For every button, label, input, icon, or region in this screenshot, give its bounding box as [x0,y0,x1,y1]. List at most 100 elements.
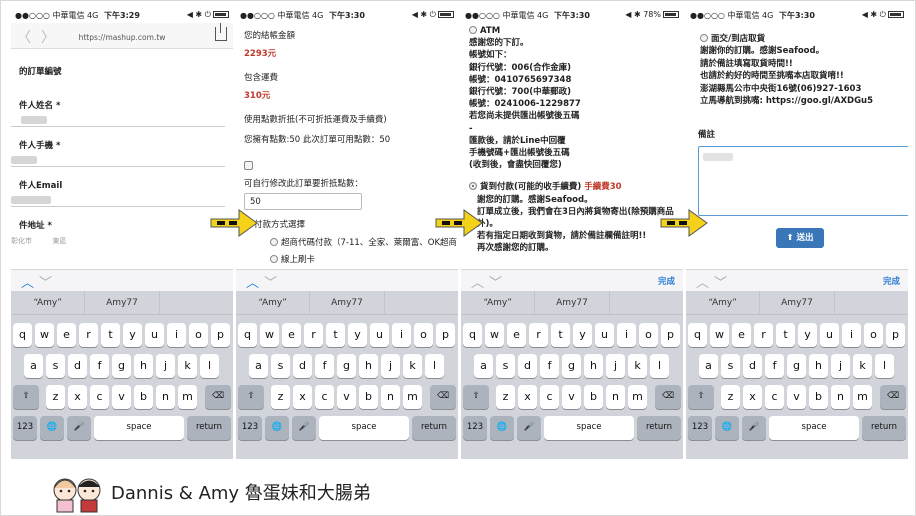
suggestion-item[interactable]: “Amy” [236,291,311,314]
key-f[interactable]: f [765,354,784,378]
key-z[interactable]: z [496,385,515,409]
key-p[interactable]: p [661,323,680,347]
return-key[interactable]: return [187,416,231,440]
numbers-key[interactable]: 123 [688,416,712,440]
key-o[interactable]: o [414,323,433,347]
key-q[interactable]: q [238,323,257,347]
backspace-key-icon[interactable]: ⌫ [205,385,231,409]
key-z[interactable]: z [46,385,65,409]
chevron-up-icon[interactable]: ︿ [246,272,259,291]
suggestion-item[interactable]: Amy77 [760,291,835,314]
radio-selected-icon[interactable] [469,182,477,191]
points-input[interactable]: 50 [244,193,362,210]
key-d[interactable]: d [518,354,537,378]
return-key[interactable]: return [637,416,681,440]
key-n[interactable]: n [831,385,850,409]
chevron-down-icon[interactable]: ﹀ [39,272,52,291]
payment-option-pickup[interactable]: 面交/到店取貨 [700,33,900,45]
key-g[interactable]: g [112,354,131,378]
shift-key-icon[interactable]: ⇧ [463,385,489,409]
key-u[interactable]: u [820,323,839,347]
key-m[interactable]: m [403,385,422,409]
key-a[interactable]: a [474,354,493,378]
microphone-key-icon[interactable]: 🎤 [67,416,91,440]
suggestion-item[interactable]: “Amy” [686,291,761,314]
key-i[interactable]: i [392,323,411,347]
key-c[interactable]: c [315,385,334,409]
chevron-down-icon[interactable]: ﹀ [489,272,502,291]
key-s[interactable]: s [271,354,290,378]
key-y[interactable]: y [798,323,817,347]
district-select[interactable]: 東區 [52,237,66,245]
key-b[interactable]: b [584,385,603,409]
chevron-up-icon[interactable]: ︿ [21,272,34,291]
globe-key-icon[interactable]: 🌐 [265,416,289,440]
url-text[interactable]: https://mashup.com.tw [11,33,233,42]
numbers-key[interactable]: 123 [13,416,37,440]
key-m[interactable]: m [853,385,872,409]
globe-key-icon[interactable]: 🌐 [715,416,739,440]
space-key[interactable]: space [94,416,184,440]
radio-icon[interactable] [270,255,278,263]
key-j[interactable]: j [831,354,850,378]
payment-option-cod[interactable]: 貨到付款(可能的收手續費) 手續費30 [469,181,675,193]
key-u[interactable]: u [370,323,389,347]
space-key[interactable]: space [544,416,634,440]
microphone-key-icon[interactable]: 🎤 [742,416,766,440]
radio-icon[interactable] [469,26,477,34]
key-u[interactable]: u [145,323,164,347]
key-k[interactable]: k [628,354,647,378]
key-h[interactable]: h [809,354,828,378]
name-input[interactable] [11,115,225,127]
suggestion-item[interactable]: “Amy” [11,291,86,314]
key-r[interactable]: r [79,323,98,347]
key-c[interactable]: c [765,385,784,409]
share-icon[interactable] [215,23,227,41]
key-s[interactable]: s [721,354,740,378]
key-r[interactable]: r [304,323,323,347]
key-g[interactable]: g [337,354,356,378]
key-b[interactable]: b [359,385,378,409]
chevron-down-icon[interactable]: ﹀ [714,272,727,291]
key-i[interactable]: i [167,323,186,347]
key-z[interactable]: z [271,385,290,409]
shift-key-icon[interactable]: ⇧ [238,385,264,409]
key-n[interactable]: n [606,385,625,409]
key-e[interactable]: e [732,323,751,347]
key-f[interactable]: f [90,354,109,378]
key-k[interactable]: k [178,354,197,378]
key-c[interactable]: c [90,385,109,409]
navigation-link[interactable]: 立馬導航到挑嘴: https://goo.gl/AXDGu5 [700,95,900,107]
key-x[interactable]: x [518,385,537,409]
key-f[interactable]: f [540,354,559,378]
key-q[interactable]: q [688,323,707,347]
key-g[interactable]: g [787,354,806,378]
key-h[interactable]: h [134,354,153,378]
key-p[interactable]: p [211,323,230,347]
space-key[interactable]: space [769,416,859,440]
key-p[interactable]: p [886,323,905,347]
payment-option-card[interactable]: 線上刷卡 [270,253,450,265]
key-v[interactable]: v [787,385,806,409]
key-n[interactable]: n [381,385,400,409]
suggestion-item[interactable]: Amy77 [310,291,385,314]
key-x[interactable]: x [743,385,762,409]
radio-icon[interactable] [700,34,708,42]
key-b[interactable]: b [809,385,828,409]
remark-textarea[interactable] [698,145,908,216]
key-a[interactable]: a [24,354,43,378]
key-y[interactable]: y [573,323,592,347]
key-e[interactable]: e [507,323,526,347]
key-i[interactable]: i [842,323,861,347]
key-j[interactable]: j [156,354,175,378]
backspace-key-icon[interactable]: ⌫ [880,385,906,409]
key-l[interactable]: l [200,354,219,378]
return-key[interactable]: return [412,416,456,440]
key-t[interactable]: t [776,323,795,347]
submit-button[interactable]: ⬆ 送出 [776,227,824,249]
key-o[interactable]: o [864,323,883,347]
key-y[interactable]: y [348,323,367,347]
key-t[interactable]: t [551,323,570,347]
microphone-key-icon[interactable]: 🎤 [292,416,316,440]
key-l[interactable]: l [425,354,444,378]
